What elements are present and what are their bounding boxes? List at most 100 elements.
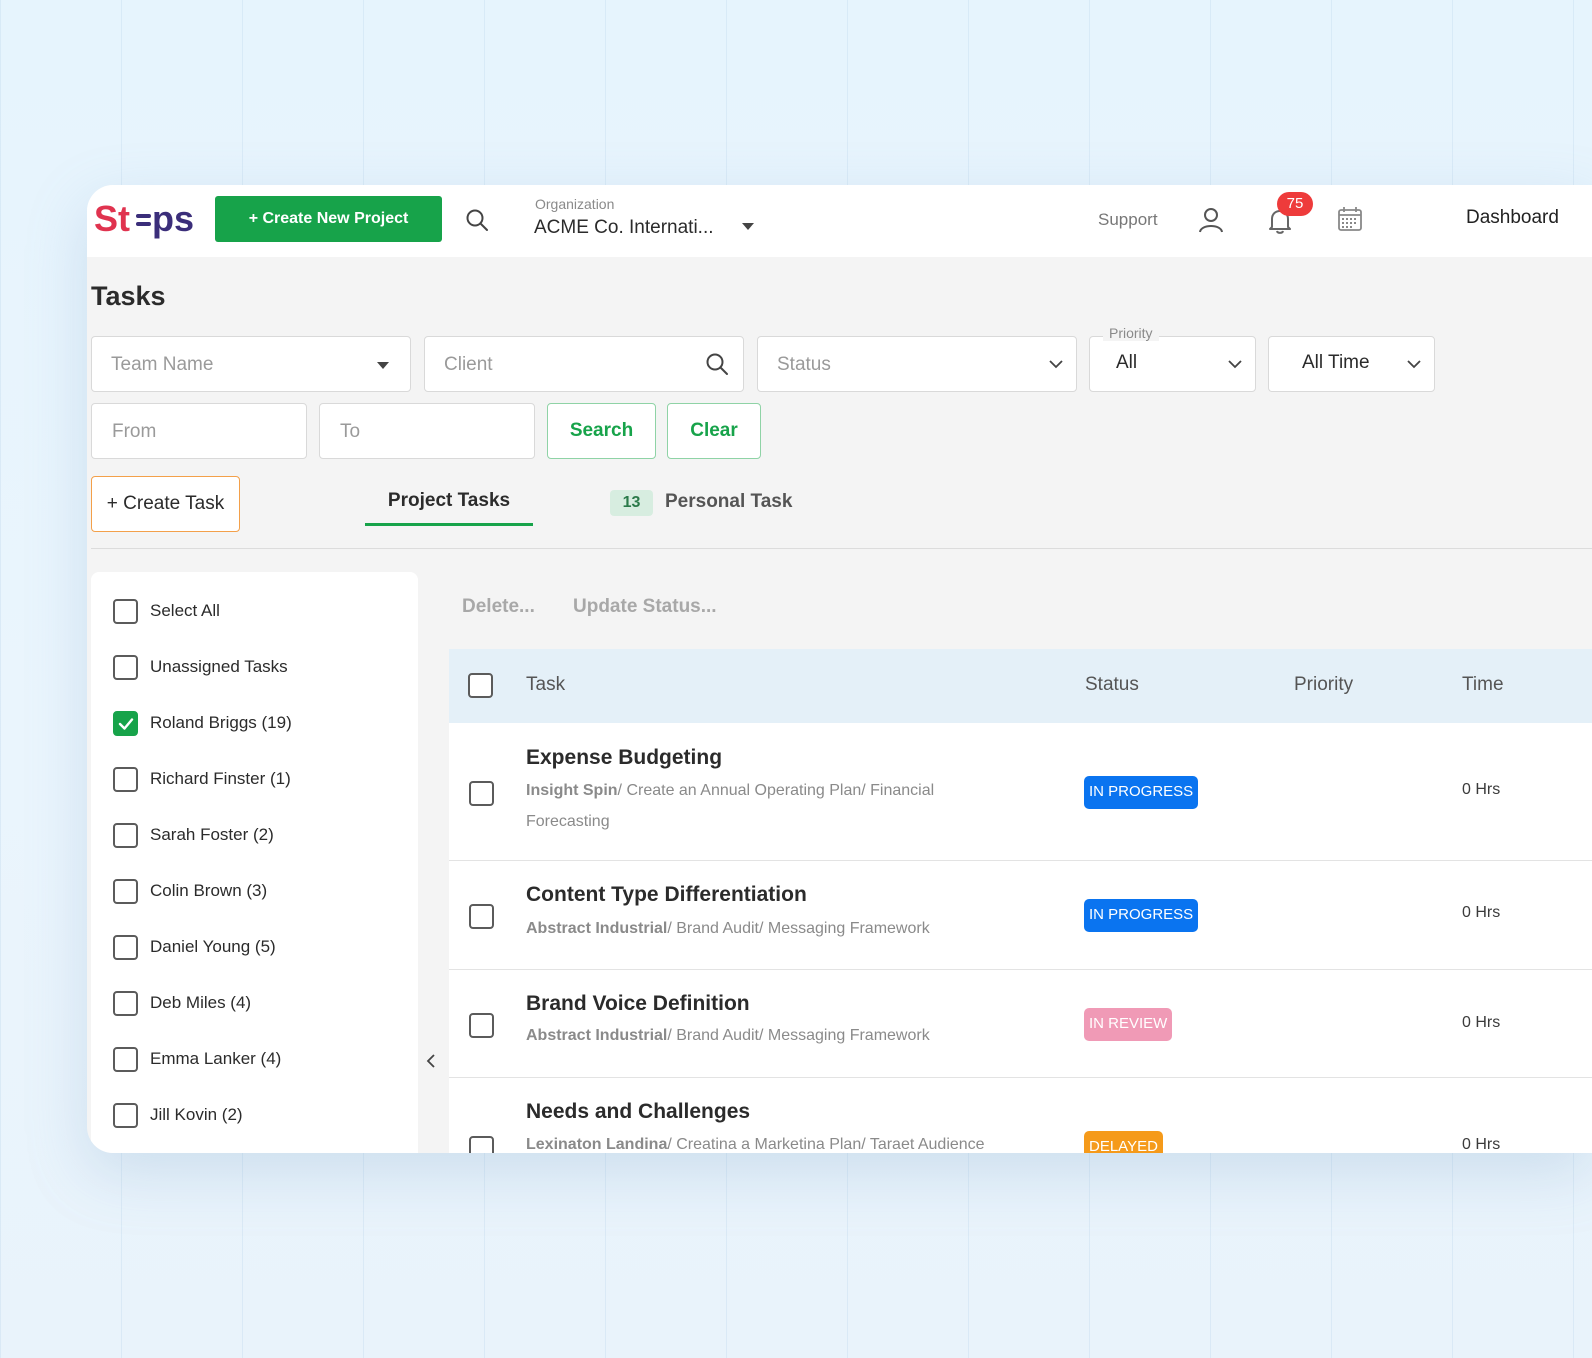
priority-select[interactable]: Priority All	[1089, 325, 1256, 392]
column-header-time[interactable]: Time	[1462, 674, 1504, 696]
bulk-update-status-action[interactable]: Update Status...	[573, 596, 717, 618]
status-badge: IN PROGRESS	[1084, 899, 1199, 932]
chevron-down-icon	[1228, 360, 1242, 369]
status-select[interactable]: Status	[757, 336, 1077, 392]
priority-legend: Priority	[1103, 325, 1159, 341]
checkmark-icon	[118, 718, 134, 730]
team-name-select[interactable]: Team Name	[91, 336, 411, 392]
task-client: Abstract Industrial	[526, 920, 668, 937]
svg-text:ps: ps	[152, 198, 194, 239]
checkbox[interactable]	[113, 655, 138, 680]
assignee-label: Select All	[150, 601, 220, 620]
task-title[interactable]: Needs and Challenges	[526, 1100, 750, 1124]
task-table-body: Expense Budgeting Insight Spin/ Create a…	[449, 723, 1592, 1153]
task-client: Insight Spin	[526, 782, 618, 799]
to-date-input[interactable]: To	[319, 403, 535, 459]
assignee-label: Jill Kovin (2)	[150, 1105, 243, 1124]
checkbox[interactable]	[113, 879, 138, 904]
assignee-item[interactable]: Emma Lanker (4)	[113, 1047, 403, 1075]
task-path-text: / Creatina a Marketina Plan/ Taraet Audi…	[667, 1136, 985, 1153]
to-placeholder: To	[340, 421, 361, 442]
top-header: St ps + Create New Project Organization …	[87, 185, 1592, 257]
chevron-left-icon[interactable]	[423, 1050, 437, 1072]
chevron-down-icon	[1049, 360, 1063, 369]
calendar-icon[interactable]	[1337, 206, 1363, 232]
assignee-item[interactable]: Deb Miles (4)	[113, 991, 403, 1019]
app-window: St ps + Create New Project Organization …	[87, 185, 1592, 1153]
client-search-input[interactable]: Client	[424, 336, 744, 392]
row-checkbox[interactable]	[469, 1013, 494, 1038]
assignee-item[interactable]: Colin Brown (3)	[113, 879, 403, 907]
task-path: Abstract Industrial/ Brand Audit/ Messag…	[526, 1020, 996, 1051]
checkbox[interactable]	[113, 935, 138, 960]
status-badge: DELAYED	[1084, 1131, 1163, 1153]
table-row[interactable]: Content Type Differentiation Abstract In…	[449, 861, 1592, 970]
dashboard-link[interactable]: Dashboard	[1466, 207, 1559, 229]
assignee-item[interactable]: Sarah Foster (2)	[113, 823, 403, 851]
organization-select[interactable]: Organization ACME Co. Internati...	[534, 195, 779, 247]
assignee-label: Daniel Young (5)	[150, 937, 276, 956]
assignee-item[interactable]: Daniel Young (5)	[113, 935, 403, 963]
assignee-label: Roland Briggs (19)	[150, 713, 292, 732]
time-range-select[interactable]: All Time	[1268, 336, 1435, 392]
row-checkbox[interactable]	[469, 781, 494, 806]
task-path: Insight Spin/ Create an Annual Operating…	[526, 775, 996, 837]
task-title[interactable]: Content Type Differentiation	[526, 883, 807, 907]
assignee-label: Sarah Foster (2)	[150, 825, 274, 844]
task-title[interactable]: Brand Voice Definition	[526, 992, 750, 1016]
search-icon[interactable]	[465, 208, 489, 232]
table-row[interactable]: Brand Voice Definition Abstract Industri…	[449, 970, 1592, 1078]
time-range-value: All Time	[1302, 352, 1370, 373]
personal-task-label: Personal Task	[665, 491, 793, 512]
section-divider	[91, 548, 1592, 549]
create-new-project-button[interactable]: + Create New Project	[215, 196, 442, 242]
organization-value: ACME Co. Internati...	[534, 217, 714, 238]
checkbox[interactable]	[113, 767, 138, 792]
assignee-item[interactable]: Richard Finster (1)	[113, 767, 403, 795]
priority-value: All	[1116, 352, 1138, 373]
assignee-item[interactable]: Select All	[113, 599, 403, 627]
task-path-text: / Brand Audit/ Messaging Framework	[667, 1027, 930, 1044]
task-path: Abstract Industrial/ Brand Audit/ Messag…	[526, 913, 996, 944]
status-badge: IN REVIEW	[1084, 1008, 1173, 1041]
svg-text:St: St	[94, 198, 130, 239]
search-button[interactable]: Search	[547, 403, 656, 459]
table-row[interactable]: Needs and Challenges Lexinaton Landina/ …	[449, 1078, 1592, 1153]
column-header-priority[interactable]: Priority	[1294, 674, 1353, 696]
checkbox[interactable]	[113, 599, 138, 624]
checkbox[interactable]	[113, 823, 138, 848]
from-date-input[interactable]: From	[91, 403, 307, 459]
select-all-rows-checkbox[interactable]	[468, 673, 493, 698]
assignee-label: Richard Finster (1)	[150, 769, 291, 788]
checkbox[interactable]	[113, 991, 138, 1016]
row-checkbox[interactable]	[469, 904, 494, 929]
create-task-button[interactable]: + Create Task	[91, 476, 240, 532]
from-placeholder: From	[112, 421, 157, 442]
bulk-delete-action[interactable]: Delete...	[462, 596, 535, 618]
task-table-header: Task Status Priority Time	[449, 649, 1592, 723]
checkbox-checked[interactable]	[113, 711, 138, 736]
checkbox[interactable]	[113, 1103, 138, 1128]
assignee-item[interactable]: Roland Briggs (19)	[113, 711, 403, 739]
time-value: 0 Hrs	[1462, 781, 1501, 798]
task-client: Abstract Industrial	[526, 1027, 668, 1044]
assignee-item[interactable]: Unassigned Tasks	[113, 655, 403, 683]
user-icon[interactable]	[1198, 207, 1224, 233]
assignee-filter-panel: Select All Unassigned Tasks Roland Brigg…	[91, 572, 418, 1153]
checkbox[interactable]	[113, 1047, 138, 1072]
column-header-status[interactable]: Status	[1085, 674, 1139, 696]
tab-personal-task[interactable]: 13 Personal Task	[610, 490, 810, 522]
clear-button[interactable]: Clear	[667, 403, 761, 459]
table-row[interactable]: Expense Budgeting Insight Spin/ Create a…	[449, 723, 1592, 861]
assignee-item[interactable]: Jill Kovin (2)	[113, 1103, 403, 1131]
caret-down-icon	[742, 223, 754, 230]
task-path: Lexinaton Landina/ Creatina a Marketina …	[526, 1129, 1046, 1153]
assignee-label: Emma Lanker (4)	[150, 1049, 282, 1068]
status-placeholder: Status	[777, 354, 831, 375]
row-checkbox[interactable]	[469, 1136, 494, 1153]
column-header-task[interactable]: Task	[526, 674, 565, 696]
task-title[interactable]: Expense Budgeting	[526, 746, 722, 770]
status-badge: IN PROGRESS	[1084, 776, 1199, 809]
page-title: Tasks	[91, 281, 166, 311]
support-link[interactable]: Support	[1098, 210, 1158, 230]
